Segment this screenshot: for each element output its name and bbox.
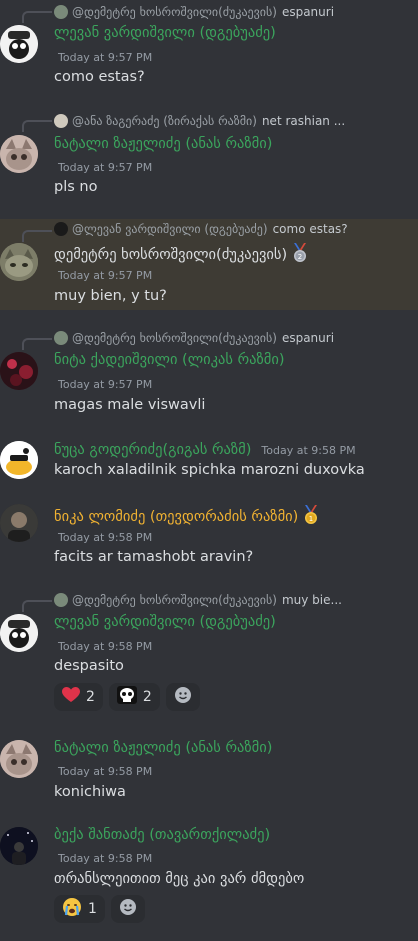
message-text: despasito bbox=[54, 658, 124, 674]
author-name[interactable]: ნუცა გოდერიძე(გიგას რაზმ) Today at 9:58 … bbox=[54, 442, 356, 458]
silver-medal-icon: 2 bbox=[291, 243, 309, 267]
reply-avatar bbox=[54, 5, 68, 19]
reply-preview[interactable]: @დემეტრე ხოსროშვილი(ძუკაევის) espanuri bbox=[54, 3, 414, 21]
reply-avatar bbox=[54, 222, 68, 236]
reactions-bar: 2 2 bbox=[54, 683, 200, 711]
avatar[interactable] bbox=[0, 740, 38, 778]
message-text: pls no bbox=[54, 179, 98, 195]
reply-author: @დემეტრე ხოსროშვილი(ძუკაევის) bbox=[72, 5, 277, 19]
reaction-count: 1 bbox=[88, 901, 97, 917]
reply-text: muy bie... bbox=[281, 593, 342, 607]
timestamp: Today at 9:58 PM bbox=[58, 765, 153, 778]
message[interactable]: @ანა ზაგერაძე (ზირაქას რაზმი) net rashia… bbox=[0, 109, 418, 213]
author-name[interactable]: ლევან ვარდიშვილი (დგებუაძე) bbox=[54, 25, 276, 41]
avatar[interactable] bbox=[0, 614, 38, 652]
add-reaction-button[interactable] bbox=[165, 683, 200, 711]
author-name[interactable]: ლევან ვარდიშვილი (დგებუაძე) bbox=[54, 614, 276, 630]
message-text: como estas? bbox=[54, 69, 145, 85]
reply-connector bbox=[22, 120, 52, 132]
medal-number: 2 bbox=[298, 253, 302, 261]
message[interactable]: ნატალი ზაჟელიძე (ანას რაზმი) Today at 9:… bbox=[0, 732, 418, 808]
avatar[interactable] bbox=[0, 504, 38, 542]
message[interactable]: @დემეტრე ხოსროშვილი(ძუკაევის) espanuri ნ… bbox=[0, 327, 418, 427]
message[interactable]: ბექა შანთაძე (თავართქილაძე) Today at 9:5… bbox=[0, 818, 418, 928]
reply-author: @ლევან ვარდიშვილი (დგებუაძე) bbox=[72, 222, 268, 236]
reply-avatar bbox=[54, 331, 68, 345]
reply-author: @ანა ზაგერაძე (ზირაქას რაზმი) bbox=[72, 114, 257, 128]
reply-text: net rashian ... bbox=[261, 114, 346, 128]
reaction-crying-face[interactable]: 1 bbox=[54, 895, 105, 923]
skull-icon bbox=[116, 686, 137, 708]
timestamp: Today at 9:58 PM bbox=[261, 443, 356, 457]
reply-connector bbox=[22, 230, 52, 242]
message-text: konichiwa bbox=[54, 784, 126, 800]
author-name[interactable]: ნატალი ზაჟელიძე (ანას რაზმი) bbox=[54, 740, 272, 756]
reply-avatar bbox=[54, 114, 68, 128]
reaction-heart[interactable]: 2 bbox=[54, 683, 103, 711]
author-name[interactable]: ნიკა ლომიძე (თევდორაძის რაზმი) 1 bbox=[54, 505, 320, 529]
author-name[interactable]: ნიტა ქადეიშვილი (ლიკას რაზმი) bbox=[54, 352, 285, 368]
message[interactable]: @ლევან ვარდიშვილი (დგებუაძე) como estas?… bbox=[0, 219, 418, 310]
medal-number: 1 bbox=[309, 515, 313, 523]
reply-author: @დემეტრე ხოსროშვილი(ძუკაევის) bbox=[72, 593, 277, 607]
message-text: თრანსლეითით მეც კაი ვარ ძმდებო bbox=[54, 871, 305, 887]
reply-preview[interactable]: @ანა ზაგერაძე (ზირაქას რაზმი) net rashia… bbox=[54, 112, 414, 130]
message-text: muy bien, y tu? bbox=[54, 288, 167, 304]
reply-text: espanuri bbox=[281, 5, 335, 19]
timestamp: Today at 9:57 PM bbox=[58, 161, 153, 174]
avatar[interactable] bbox=[0, 827, 38, 865]
reply-author: @დემეტრე ხოსროშვილი(ძუკაევის) bbox=[72, 331, 277, 345]
reply-preview[interactable]: @დემეტრე ხოსროშვილი(ძუკაევის) espanuri bbox=[54, 329, 414, 347]
message[interactable]: @დემეტრე ხოსროშვილი(ძუკაევის) muy bie...… bbox=[0, 589, 418, 719]
message-text: facits ar tamashobt aravin? bbox=[54, 549, 254, 565]
avatar[interactable] bbox=[0, 135, 38, 173]
timestamp: Today at 9:58 PM bbox=[58, 531, 153, 544]
reply-connector bbox=[22, 11, 52, 23]
timestamp: Today at 9:57 PM bbox=[58, 378, 153, 391]
message[interactable]: ნუცა გოდერიძე(გიგას რაზმ) Today at 9:58 … bbox=[0, 434, 418, 490]
timestamp: Today at 9:58 PM bbox=[58, 852, 153, 865]
reaction-skull[interactable]: 2 bbox=[108, 683, 160, 711]
reply-preview[interactable]: @ლევან ვარდიშვილი (დგებუაძე) como estas? bbox=[54, 220, 414, 238]
add-reaction-icon bbox=[174, 686, 192, 708]
avatar[interactable] bbox=[0, 441, 38, 479]
crying-face-icon bbox=[62, 897, 82, 921]
reply-text: como estas? bbox=[272, 222, 348, 236]
author-name[interactable]: ნატალი ზაჟელიძე (ანას რაზმი) bbox=[54, 136, 272, 152]
message[interactable]: @დემეტრე ხოსროშვილი(ძუკაევის) espanuri ლ… bbox=[0, 0, 418, 104]
avatar[interactable] bbox=[0, 352, 38, 390]
reply-text: espanuri bbox=[281, 331, 335, 345]
reply-connector bbox=[22, 600, 52, 612]
reply-connector bbox=[22, 338, 52, 350]
timestamp: Today at 9:58 PM bbox=[58, 640, 153, 653]
timestamp: Today at 9:57 PM bbox=[58, 269, 153, 282]
author-name-text: ნუცა გოდერიძე(გიგას რაზმ) bbox=[54, 442, 252, 458]
reaction-count: 2 bbox=[86, 689, 95, 705]
author-name[interactable]: დემეტრე ხოსროშვილი(ძუკაევის) 2 bbox=[54, 243, 309, 267]
gold-medal-icon: 1 bbox=[302, 505, 320, 529]
message-text: magas male viswavli bbox=[54, 397, 206, 413]
reaction-count: 2 bbox=[142, 689, 152, 705]
reactions-bar: 1 bbox=[54, 895, 145, 923]
message-text: karoch xaladilnik spichka marozni duxovk… bbox=[54, 462, 365, 478]
timestamp: Today at 9:57 PM bbox=[58, 51, 153, 64]
add-reaction-button[interactable] bbox=[110, 895, 145, 923]
message[interactable]: ნიკა ლომიძე (თევდორაძის რაზმი) 1 Today a… bbox=[0, 496, 418, 576]
author-name-text: დემეტრე ხოსროშვილი(ძუკაევის) bbox=[54, 247, 288, 263]
add-reaction-icon bbox=[119, 898, 137, 920]
heart-icon bbox=[62, 687, 80, 707]
author-name[interactable]: ბექა შანთაძე (თავართქილაძე) bbox=[54, 827, 270, 843]
author-name-text: ნიკა ლომიძე (თევდორაძის რაზმი) bbox=[54, 509, 299, 525]
avatar[interactable] bbox=[0, 25, 38, 63]
avatar[interactable] bbox=[0, 243, 38, 281]
reply-preview[interactable]: @დემეტრე ხოსროშვილი(ძუკაევის) muy bie... bbox=[54, 591, 414, 609]
reply-avatar bbox=[54, 593, 68, 607]
